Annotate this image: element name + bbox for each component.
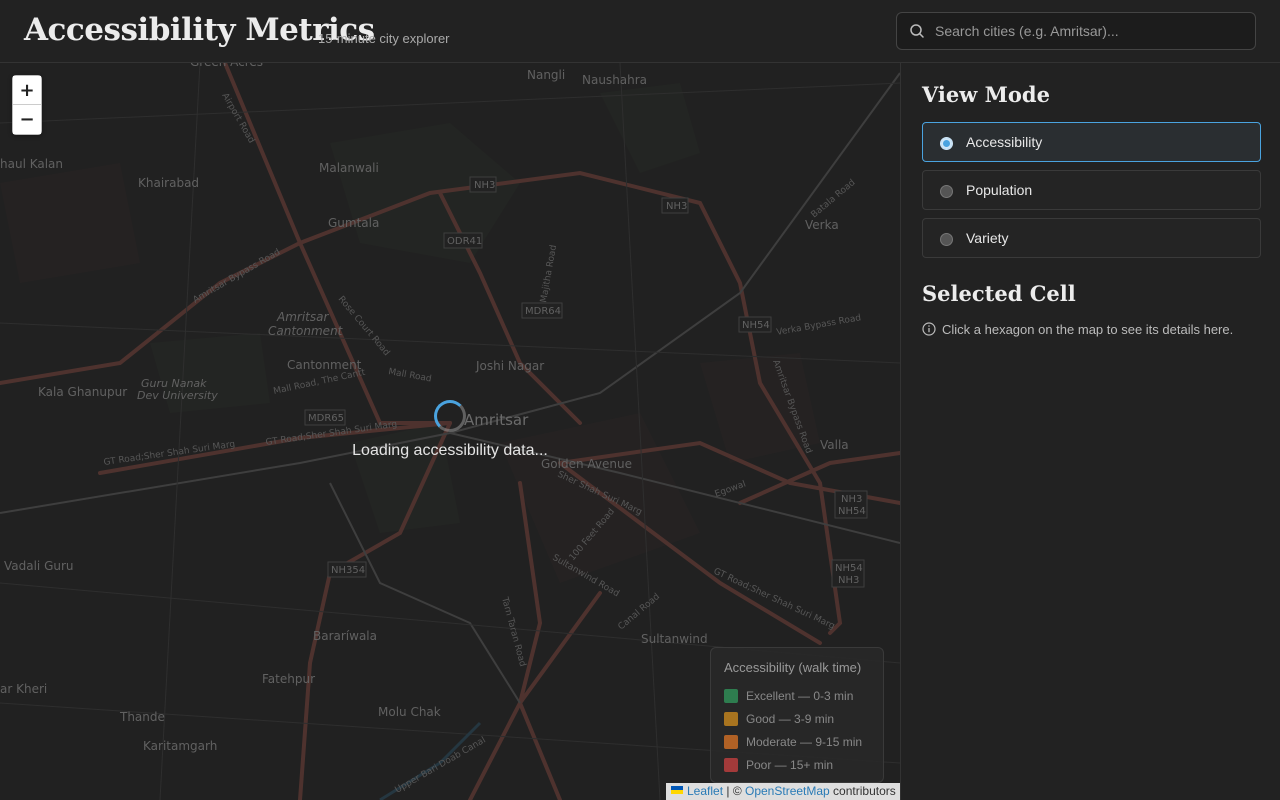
map-attribution: Leaflet | © OpenStreetMap contributors [666, 783, 900, 800]
search-icon [909, 23, 925, 44]
legend-swatch [724, 734, 738, 749]
side-panel: View Mode Accessibility Population Varie… [900, 63, 1280, 800]
mode-option-variety[interactable]: Variety [922, 218, 1261, 258]
app-header: Accessibility Metrics 15-minute city exp… [0, 0, 1280, 63]
selected-cell-title: Selected Cell [922, 281, 1076, 306]
legend-swatch [724, 757, 738, 772]
search-input[interactable] [935, 13, 1250, 49]
view-mode-title: View Mode [922, 82, 1050, 107]
app-subtitle: 15-minute city explorer [318, 31, 450, 46]
city-search[interactable] [896, 12, 1256, 50]
ukraine-flag-icon [671, 786, 683, 794]
legend-item-good: Good — 3-9 min [724, 707, 870, 730]
radio-button[interactable] [940, 185, 953, 198]
zoom-in-button[interactable]: + [13, 76, 41, 105]
map-view[interactable]: Green Acres Nangli Naushahra Malanwali K… [0, 63, 900, 800]
radio-button[interactable] [940, 233, 953, 246]
mode-option-population[interactable]: Population [922, 170, 1261, 210]
map-legend: Accessibility (walk time) Excellent — 0-… [710, 647, 884, 783]
radio-button[interactable] [940, 137, 953, 150]
legend-swatch [724, 688, 738, 703]
zoom-control: + − [12, 75, 42, 135]
legend-item-excellent: Excellent — 0-3 min [724, 684, 870, 707]
legend-item-poor: Poor — 15+ min [724, 753, 870, 776]
legend-item-moderate: Moderate — 9-15 min [724, 730, 870, 753]
osm-link[interactable]: OpenStreetMap [745, 784, 830, 798]
loading-text: Loading accessibility data... [352, 442, 548, 459]
mode-option-accessibility[interactable]: Accessibility [922, 122, 1261, 162]
zoom-out-button[interactable]: − [13, 105, 41, 134]
loading-spinner-icon [434, 400, 466, 432]
info-icon [922, 322, 936, 339]
legend-swatch [724, 711, 738, 726]
legend-title: Accessibility (walk time) [724, 660, 862, 675]
selected-cell-hint: Click a hexagon on the map to see its de… [922, 322, 1233, 339]
leaflet-link[interactable]: Leaflet [687, 784, 723, 798]
